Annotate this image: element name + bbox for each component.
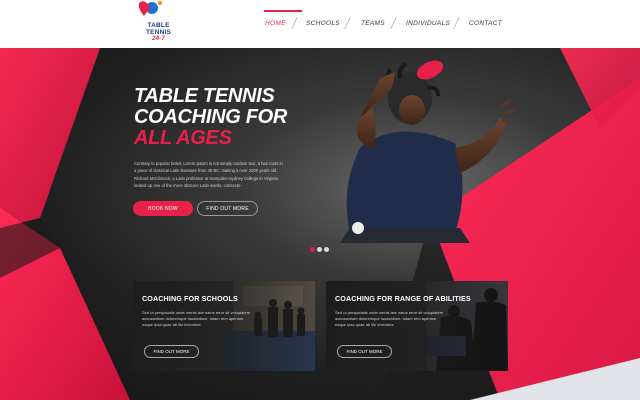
logo-line2: TENNIS xyxy=(146,29,172,36)
logo-text: TABLE TENNIS 24-7 xyxy=(146,22,171,43)
card-abilities: COACHING FOR RANGE OF ABILITIES Sed ut p… xyxy=(326,281,508,371)
card-abilities-title: COACHING FOR RANGE OF ABILITIES xyxy=(335,294,471,303)
nav-home[interactable]: HOME xyxy=(265,20,286,27)
card-schools-button[interactable]: FIND OUT MORE xyxy=(144,345,199,358)
card-schools: COACHING FOR SCHOOLS Sed ut perspiciatis… xyxy=(133,281,315,371)
nav-active-indicator xyxy=(264,10,302,12)
hero-title-line2: COACHING FOR xyxy=(134,106,288,128)
logo-line3: 24-7 xyxy=(152,36,165,42)
nav-schools[interactable]: SCHOOLS xyxy=(306,20,340,27)
nav-separator xyxy=(344,17,351,29)
hero-section: TABLE TENNIS COACHING FOR ALL AGES Contr… xyxy=(0,48,640,400)
hero-description: Contrary to popular belief, Lorem Ipsum … xyxy=(134,161,283,188)
book-now-button[interactable]: BOOK NOW xyxy=(133,201,193,216)
logo-line1: TABLE xyxy=(147,22,170,29)
card-schools-text: Sed ut perspiciatis unde omnis iste natu… xyxy=(142,310,251,328)
card-schools-title: COACHING FOR SCHOOLS xyxy=(142,294,238,303)
nav-individuals[interactable]: INDIVIDUALS xyxy=(406,20,450,27)
hero-background xyxy=(0,48,640,400)
slider-dot[interactable] xyxy=(324,247,329,252)
card-abilities-button[interactable]: FIND OUT MORE xyxy=(337,345,392,358)
site-header: TABLE TENNIS 24-7 HOME SCHOOLS TEAMS IND… xyxy=(0,0,640,48)
slider-dot[interactable] xyxy=(310,247,315,252)
nav-teams[interactable]: TEAMS xyxy=(361,20,385,27)
find-out-more-button[interactable]: FIND OUT MORE xyxy=(197,201,258,216)
hero-title: TABLE TENNIS COACHING FOR ALL AGES xyxy=(134,86,287,149)
hero-title-line1: TABLE TENNIS xyxy=(134,85,275,107)
slider-dot[interactable] xyxy=(317,247,322,252)
card-abilities-text: Sed ut perspiciatis unde omnis iste natu… xyxy=(335,310,444,328)
hero-title-accent: ALL AGES xyxy=(134,127,232,149)
nav-separator xyxy=(291,17,298,29)
nav-separator xyxy=(453,17,460,29)
slider-dots xyxy=(310,247,329,252)
nav-contact[interactable]: CONTACT xyxy=(469,20,502,27)
nav-separator xyxy=(390,17,397,29)
